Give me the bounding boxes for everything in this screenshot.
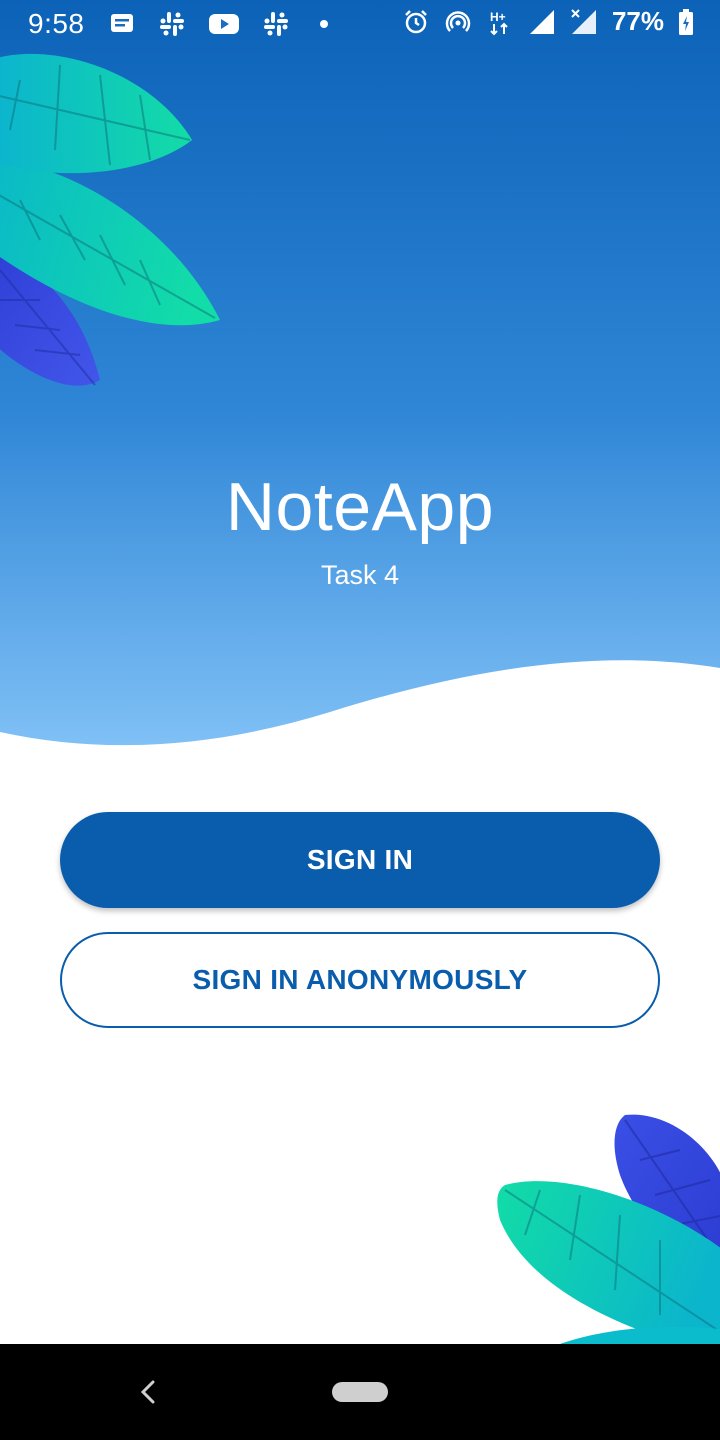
slack-icon (158, 10, 186, 38)
slack-icon (262, 10, 290, 38)
hero-background (0, 0, 720, 760)
home-pill[interactable] (332, 1382, 388, 1402)
notification-icons (108, 10, 328, 38)
leaf-decoration-bottom (497, 1114, 720, 1344)
signal-icon (528, 8, 556, 36)
status-bar: 9:58 H+ 77% (0, 0, 720, 48)
system-icons: H+ 77% (402, 6, 694, 37)
battery-percentage: 77% (611, 6, 664, 36)
sign-in-button[interactable]: SIGN IN (60, 812, 660, 908)
battery-charging-icon (678, 8, 694, 36)
back-icon[interactable] (134, 1374, 162, 1410)
navigation-bar (0, 1344, 720, 1440)
welcome-screen: 9:58 H+ 77% NoteApp Task 4 SIGN IN SIGN … (0, 0, 720, 1440)
hotspot-icon (444, 8, 472, 36)
youtube-icon (208, 10, 240, 38)
message-icon (108, 10, 136, 38)
dot-icon (320, 20, 328, 28)
app-title: NoteApp (225, 469, 495, 545)
alarm-icon (402, 8, 430, 36)
svg-text:H+: H+ (490, 10, 506, 24)
status-time: 9:58 (28, 8, 85, 39)
hplus-data-icon: H+ (486, 8, 514, 36)
app-subtitle: Task 4 (320, 560, 400, 590)
signal-x-icon (570, 8, 598, 36)
sign-in-anonymously-button[interactable]: SIGN IN ANONYMOUSLY (60, 932, 660, 1028)
hero-wave (0, 0, 720, 746)
